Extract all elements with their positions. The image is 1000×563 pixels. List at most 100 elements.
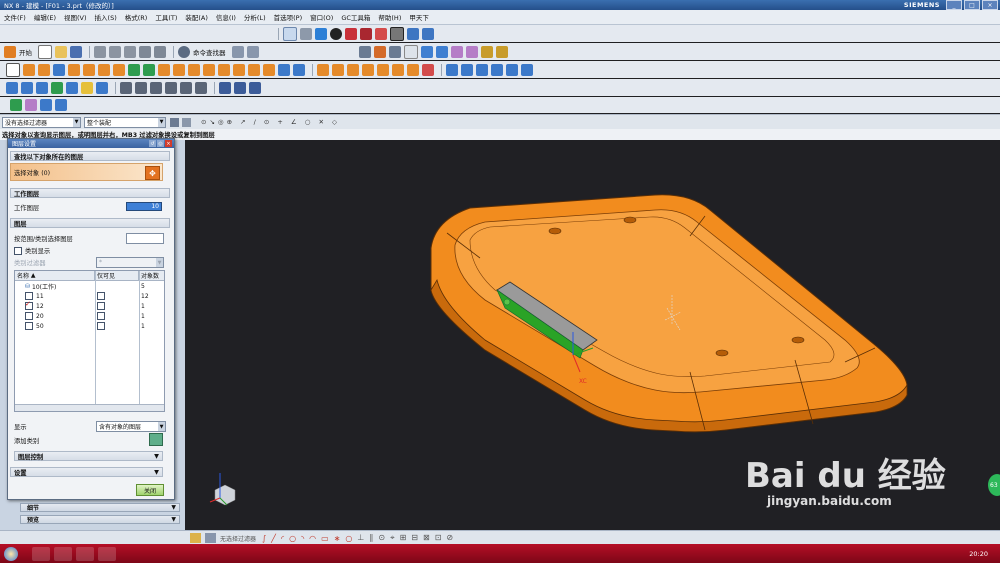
groove-icon[interactable]	[188, 63, 200, 76]
check-icon[interactable]	[10, 99, 22, 111]
intersect-icon[interactable]	[347, 63, 359, 76]
slot-icon[interactable]	[173, 63, 185, 76]
reorder-icon[interactable]	[180, 81, 192, 94]
draft-icon[interactable]	[377, 63, 389, 76]
taskbar-app-browser[interactable]	[54, 546, 72, 561]
tree-icon[interactable]	[55, 99, 67, 111]
edit-position-icon[interactable]	[150, 81, 162, 94]
cone-icon[interactable]	[83, 63, 95, 76]
preview-panel[interactable]: 预览 ▼	[20, 515, 180, 524]
layer-checkbox[interactable]	[25, 312, 33, 320]
inspect-icon[interactable]	[40, 99, 52, 111]
edge-cube-icon[interactable]	[360, 27, 372, 40]
sync-delete-icon[interactable]	[506, 63, 518, 76]
add-category-icon[interactable]	[149, 433, 163, 446]
paste-icon[interactable]	[124, 45, 136, 58]
grid-icon[interactable]	[403, 44, 418, 59]
move-feature-icon[interactable]	[165, 81, 177, 94]
measure-icon[interactable]	[480, 45, 493, 58]
offset-curve-icon[interactable]	[81, 81, 93, 94]
menu-assembly[interactable]: 装配(A)	[181, 12, 212, 22]
copy-icon[interactable]	[109, 45, 121, 58]
edge-blend-icon[interactable]	[248, 63, 260, 76]
details-panel[interactable]: 细节 ▼	[20, 503, 180, 512]
background-icon[interactable]	[390, 26, 404, 41]
menu-gc-toolbox[interactable]: GC工具箱	[337, 12, 374, 22]
table-row[interactable]: 20 1	[15, 311, 164, 321]
orient-view-icon[interactable]	[422, 27, 434, 40]
sketch-icon[interactable]	[6, 62, 20, 77]
layout-icon[interactable]	[246, 45, 259, 58]
mirror-icon[interactable]	[407, 63, 419, 76]
layer-checkbox[interactable]	[25, 322, 33, 330]
layer-checkbox[interactable]	[25, 292, 33, 300]
hide-icon[interactable]	[234, 81, 246, 94]
wcs-icon[interactable]	[420, 45, 433, 58]
section-layer-control[interactable]: 图层控制 ▼	[14, 451, 163, 461]
cube-icon[interactable]	[345, 27, 357, 40]
menu-view[interactable]: 视图(V)	[60, 12, 91, 22]
command-finder-button[interactable]: 命令查找器	[193, 47, 226, 57]
analyze-icon[interactable]	[25, 99, 37, 111]
crosshair-icon[interactable]: ✥	[145, 166, 160, 180]
window-icon[interactable]	[231, 45, 244, 58]
filter-icon[interactable]	[170, 117, 179, 127]
csys-icon[interactable]	[435, 45, 448, 58]
snap-icon[interactable]	[450, 45, 463, 58]
scope-dropdown[interactable]: 整个装配 ▼	[84, 116, 166, 128]
sketch-constraint-icons[interactable]: ⊥∥⊙⌖⊞⊟⊠⊡⊘	[357, 533, 458, 543]
curve-icon[interactable]	[6, 81, 18, 94]
menu-info[interactable]: 信息(I)	[212, 12, 240, 22]
table-row[interactable]: 50 1	[15, 321, 164, 331]
visible-only-checkbox[interactable]	[97, 292, 105, 300]
open-folder-icon[interactable]	[55, 45, 67, 58]
menu-extra[interactable]: 甲天下	[405, 12, 433, 22]
start-icon[interactable]	[4, 45, 16, 58]
rib-icon[interactable]	[203, 63, 215, 76]
menu-window[interactable]: 窗口(O)	[306, 12, 337, 22]
zoom-icon[interactable]	[300, 27, 312, 40]
show-category-checkbox[interactable]: 类别显示	[14, 246, 50, 255]
reset-filter-icon[interactable]	[182, 117, 191, 127]
menu-preferences[interactable]: 首选项(P)	[270, 12, 307, 22]
menu-edit[interactable]: 编辑(E)	[30, 12, 60, 22]
display-dropdown[interactable]: 含有对象的图层 ▼	[96, 421, 166, 432]
subtract-icon[interactable]	[332, 63, 344, 76]
split-body-icon[interactable]	[293, 63, 305, 76]
render-style-icon[interactable]	[315, 27, 327, 40]
column-count[interactable]: 对象数	[139, 271, 164, 280]
visible-only-checkbox[interactable]	[97, 312, 105, 320]
sync-replace-icon[interactable]	[491, 63, 503, 76]
table-row[interactable]: 12 1	[15, 300, 164, 311]
type-filter-dropdown[interactable]: 没有选择过滤器 ▼	[2, 116, 81, 128]
sync-offset-icon[interactable]	[476, 63, 488, 76]
layer-checkbox[interactable]	[25, 300, 33, 310]
column-name[interactable]: 名称 ▲	[15, 271, 95, 280]
select-object-row[interactable]: 选择对象 (0) ✥	[10, 163, 163, 181]
section-work-layer[interactable]: 工作图层	[10, 188, 170, 198]
cube-outline-icon[interactable]	[358, 45, 371, 58]
snap-point-icons[interactable]: ⊙↘◎⊕ ↗ / ⊙ + ∠ ○ ✕ ◇	[201, 118, 340, 126]
column-visible-only[interactable]: 仅可见	[95, 271, 139, 280]
boss-icon[interactable]	[128, 63, 140, 76]
shade-icon[interactable]	[330, 27, 342, 40]
block-icon[interactable]	[53, 63, 65, 76]
sketch-task-icon[interactable]	[205, 533, 216, 543]
menu-format[interactable]: 格式(R)	[121, 12, 152, 22]
close-window-button[interactable]: ×	[982, 0, 998, 10]
sync-resize-icon[interactable]	[521, 63, 533, 76]
helix-icon[interactable]	[51, 81, 63, 94]
unite-icon[interactable]	[317, 63, 329, 76]
point-icon[interactable]	[388, 45, 401, 58]
edit-param-icon[interactable]	[135, 81, 147, 94]
taskbar-app-nx[interactable]	[32, 546, 50, 561]
chamfer-icon[interactable]	[263, 63, 275, 76]
horizontal-scrollbar[interactable]	[15, 404, 164, 411]
layer-list[interactable]: 名称 ▲ 仅可见 对象数 ⛁10(工作) 5 11 12 12 1 20 1 5…	[14, 270, 165, 412]
binoculars-icon[interactable]	[178, 45, 190, 58]
close-icon[interactable]: ×	[165, 140, 172, 147]
show-icon[interactable]	[219, 81, 231, 94]
edit-icon[interactable]	[120, 81, 132, 94]
sync-pull-icon[interactable]	[461, 63, 473, 76]
hole-icon[interactable]	[113, 63, 125, 76]
